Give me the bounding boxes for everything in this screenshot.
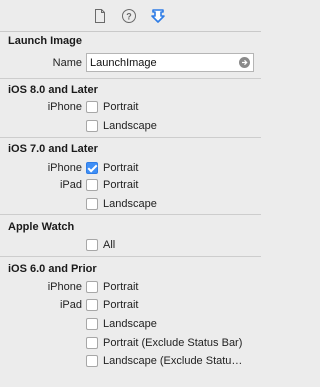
attributes-inspector-icon[interactable] [150, 8, 166, 24]
ios8-iphone-portrait-label: Portrait [103, 101, 139, 113]
file-inspector-icon[interactable] [92, 8, 108, 24]
ios7-ipad-portrait-label: Portrait [103, 179, 139, 191]
watch-all-label: All [103, 239, 116, 251]
ios7-iphone-portrait-label: Portrait [103, 162, 139, 174]
inspector-toolbar: ? [0, 0, 261, 32]
section-divider [0, 137, 261, 138]
ios6-iphone-label: iPhone [47, 281, 82, 293]
watch-all-checkbox[interactable] [86, 239, 98, 251]
section-title-launch-image: Launch Image [8, 35, 82, 47]
ios8-iphone-landscape-label: Landscape [103, 120, 157, 132]
launch-image-name-input[interactable] [90, 55, 236, 70]
ios6-ipad-portrait-exclude-label: Portrait (Exclude Status Bar) [103, 337, 243, 349]
launch-image-name-field[interactable] [86, 53, 254, 72]
section-divider [0, 256, 261, 257]
ios6-ipad-portrait-exclude-checkbox[interactable] [86, 337, 98, 349]
svg-text:?: ? [126, 12, 132, 22]
section-title-ios8: iOS 8.0 and Later [8, 84, 98, 96]
help-icon[interactable]: ? [121, 8, 137, 24]
section-title-apple-watch: Apple Watch [8, 221, 75, 233]
arrow-circle-right-icon[interactable] [239, 57, 250, 68]
ios6-ipad-label: iPad [59, 299, 82, 311]
ios6-ipad-landscape-exclude-label: Landscape (Exclude Statu… [103, 355, 243, 367]
ios6-iphone-portrait-label: Portrait [103, 281, 139, 293]
ios7-ipad-landscape-checkbox[interactable] [86, 198, 98, 210]
ios7-ipad-portrait-checkbox[interactable] [86, 179, 98, 191]
ios6-ipad-portrait-checkbox[interactable] [86, 299, 98, 311]
ios6-ipad-landscape-exclude-checkbox[interactable] [86, 355, 98, 367]
ios6-ipad-portrait-label: Portrait [103, 299, 139, 311]
ios6-ipad-landscape-label: Landscape [103, 318, 157, 330]
ios7-iphone-label: iPhone [47, 162, 82, 174]
ios8-iphone-label: iPhone [47, 101, 82, 113]
ios8-iphone-landscape-checkbox[interactable] [86, 120, 98, 132]
ios7-iphone-portrait-checkbox[interactable] [86, 162, 98, 174]
section-divider [0, 214, 261, 215]
section-divider [0, 78, 261, 79]
ios8-iphone-portrait-checkbox[interactable] [86, 101, 98, 113]
ios6-ipad-landscape-checkbox[interactable] [86, 318, 98, 330]
section-title-ios7: iOS 7.0 and Later [8, 143, 98, 155]
name-label: Name [52, 57, 82, 69]
ios6-iphone-portrait-checkbox[interactable] [86, 281, 98, 293]
ios7-ipad-landscape-label: Landscape [103, 198, 157, 210]
section-title-ios6: iOS 6.0 and Prior [8, 263, 97, 275]
ios7-ipad-label: iPad [59, 179, 82, 191]
